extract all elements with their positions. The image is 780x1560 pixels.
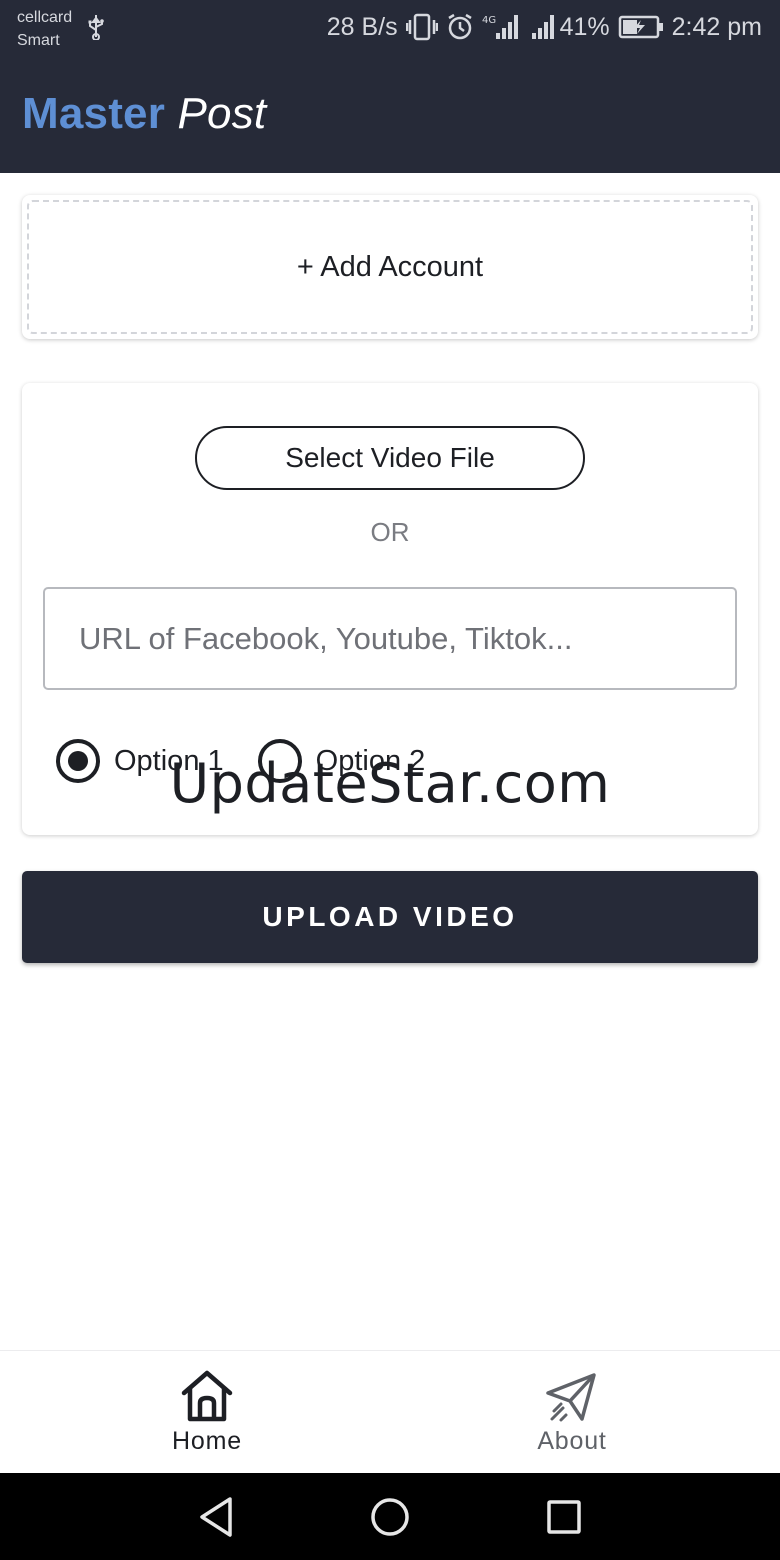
status-bar: cellcard Smart 28 B/s 4G 41% 2:42 pm — [0, 0, 780, 56]
app-header: cellcard Smart 28 B/s 4G 41% 2:42 pm Mas… — [0, 0, 780, 173]
app-title-brand: Master — [22, 89, 166, 138]
alarm-icon — [447, 13, 472, 40]
usb-icon — [88, 15, 104, 40]
back-icon[interactable] — [196, 1495, 236, 1539]
add-account-card[interactable]: + Add Account — [22, 195, 758, 339]
tab-about[interactable]: About — [377, 1351, 767, 1474]
tab-home[interactable]: Home — [12, 1351, 402, 1474]
bottom-tab-bar: Home About — [0, 1350, 780, 1473]
paper-plane-icon — [546, 1373, 596, 1422]
net-speed: 28 B/s — [326, 12, 398, 41]
or-divider: OR — [370, 517, 410, 547]
app-title-suffix: Post — [177, 89, 267, 138]
battery-charging-icon — [618, 15, 663, 39]
add-account-label: + Add Account — [296, 250, 484, 283]
carrier-name: cellcard Smart — [17, 6, 72, 52]
watermark: UpdateStar.com — [169, 752, 611, 815]
status-indicators: 28 B/s 4G 41% 2:42 pm — [327, 8, 762, 46]
vibrate-icon — [405, 13, 438, 41]
clock: 2:42 pm — [671, 12, 762, 41]
home-icon — [181, 1370, 233, 1422]
upload-video-label: UPLOAD VIDEO — [262, 901, 518, 932]
select-video-file-label: Select Video File — [285, 442, 495, 473]
carrier-line-1: cellcard — [17, 9, 73, 26]
network-type-label: 4G — [482, 15, 496, 26]
signal-bars-icon — [531, 15, 554, 39]
tab-home-label: Home — [172, 1427, 242, 1455]
video-url-input[interactable] — [43, 587, 737, 690]
system-navigation-bar — [0, 1473, 780, 1560]
carrier-line-2: Smart — [17, 32, 60, 49]
battery-percent: 41% — [559, 12, 610, 41]
select-video-file-button[interactable]: Select Video File — [195, 426, 585, 490]
upload-video-button[interactable]: UPLOAD VIDEO — [22, 871, 758, 963]
add-account-dropzone[interactable]: + Add Account — [27, 200, 753, 334]
recents-icon[interactable] — [544, 1495, 584, 1539]
tab-about-label: About — [537, 1427, 607, 1455]
home-circle-icon[interactable] — [370, 1495, 410, 1539]
app-title: Master Post — [22, 88, 266, 140]
signal-4g-icon: 4G — [482, 15, 518, 39]
